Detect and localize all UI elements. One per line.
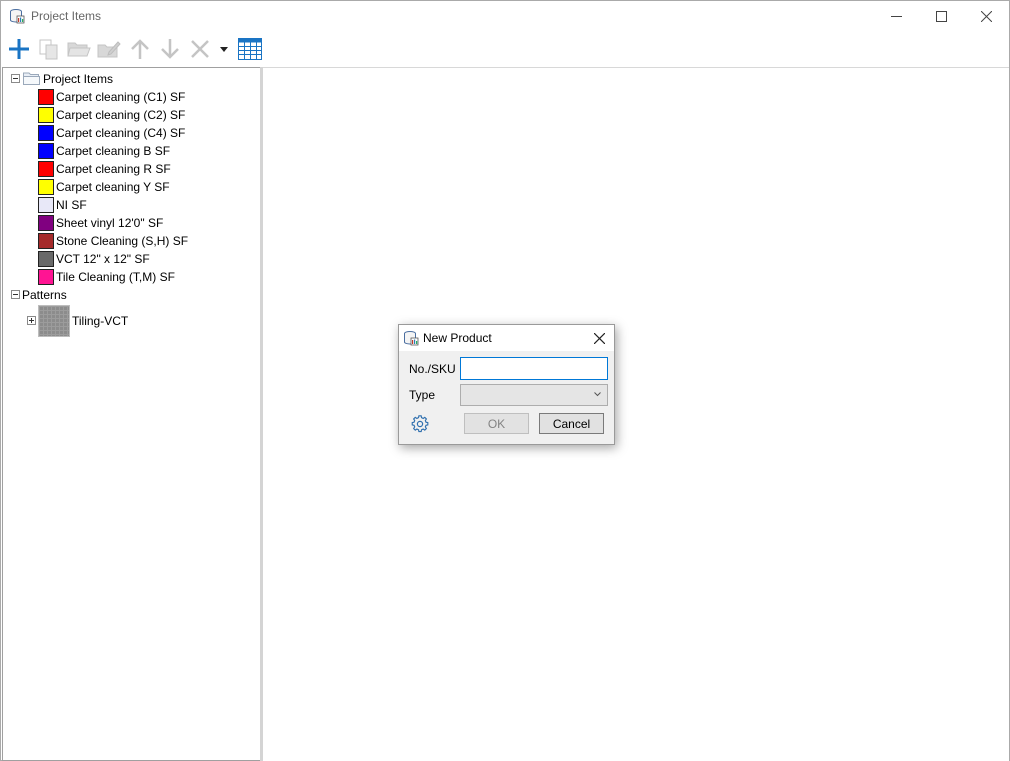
color-swatch [38,269,54,285]
caret-down-icon [220,46,228,52]
tree-item[interactable]: Tile Cleaning (T,M) SF [38,268,258,286]
close-window-button[interactable] [963,1,1009,31]
sku-label: No./SKU [409,362,456,376]
delete-x-icon [191,40,209,58]
tree-item[interactable]: Carpet cleaning R SF [38,160,258,178]
color-swatch [38,179,54,195]
add-button[interactable] [6,36,32,62]
tree-root-label: Project Items [43,72,114,86]
title-bar[interactable]: Project Items [1,1,1009,31]
new-product-dialog: New Product No./SKU Type OK Cancel [398,324,615,445]
color-swatch [38,143,54,159]
toolbar [1,33,1009,65]
type-select[interactable] [460,384,608,406]
tree-root-project-items[interactable]: Project Items [3,70,258,88]
folder-open-icon [67,42,91,57]
color-swatch [38,251,54,267]
toolbar-dropdown-button[interactable] [215,36,233,62]
patterns-label: Patterns [22,288,67,302]
grid-view-button[interactable] [237,36,263,62]
main-content-area [263,67,1009,761]
delete-button[interactable] [187,36,213,62]
tree-item-label: VCT 12" x 12" SF [56,252,150,266]
cancel-button[interactable]: Cancel [539,413,604,434]
tree-item-label: Carpet cleaning (C1) SF [56,90,186,104]
database-icon [404,331,419,346]
dialog-title: New Product [423,331,492,345]
tree-pattern-tiling-vct[interactable]: Tiling-VCT [3,304,258,338]
copy-button[interactable] [36,36,62,62]
tree-item-label: Stone Cleaning (S,H) SF [56,234,189,248]
color-swatch [38,89,54,105]
edit-icon [97,41,121,58]
database-icon [10,9,25,24]
copy-icon [39,39,58,60]
tree-item-label: NI SF [56,198,87,212]
sku-input[interactable] [460,357,608,380]
close-icon [980,10,992,22]
type-label: Type [409,388,436,402]
minimize-button[interactable] [873,1,919,31]
color-swatch [38,161,54,177]
edit-button[interactable] [96,36,122,62]
window-title: Project Items [31,9,102,23]
project-items-tree[interactable]: Project Items Carpet cleaning (C1) SF Car… [2,67,261,761]
gear-icon[interactable] [411,415,429,433]
tree-item-label: Carpet cleaning B SF [56,144,171,158]
arrow-up-icon [131,39,149,59]
tree-item[interactable]: Carpet cleaning Y SF [38,178,258,196]
color-swatch [38,107,54,123]
maximize-icon [935,10,947,22]
tree-item[interactable]: Carpet cleaning (C4) SF [38,124,258,142]
tree-item-label: Carpet cleaning Y SF [56,180,170,194]
tree-item-label: Carpet cleaning R SF [56,162,171,176]
grid-icon [238,38,262,60]
color-swatch [38,233,54,249]
expand-toggle[interactable] [27,316,36,325]
tree-item[interactable]: Stone Cleaning (S,H) SF [38,232,258,250]
color-swatch [38,215,54,231]
minimize-icon [890,15,902,17]
folder-icon [23,72,40,85]
app-window: Project Items Project Items Carpet clean… [0,0,1010,761]
tree-item[interactable]: NI SF [38,196,258,214]
chevron-down-icon [594,392,601,397]
dialog-close-button[interactable] [589,328,609,348]
color-swatch [38,125,54,141]
dialog-title-bar[interactable]: New Product [399,325,614,351]
tree-item-label: Sheet vinyl 12'0" SF [56,216,164,230]
move-up-button[interactable] [127,36,153,62]
tree-root-patterns[interactable]: Patterns [3,286,258,304]
plus-icon [9,39,29,59]
collapse-toggle[interactable] [11,290,20,299]
move-down-button[interactable] [157,36,183,62]
tree-item[interactable]: Carpet cleaning (C2) SF [38,106,258,124]
close-icon [593,332,605,344]
tree-item-label: Carpet cleaning (C4) SF [56,126,186,140]
tree-item-label: Tile Cleaning (T,M) SF [56,270,175,284]
collapse-toggle[interactable] [11,74,20,83]
tree-item[interactable]: Sheet vinyl 12'0" SF [38,214,258,232]
color-swatch [38,197,54,213]
tree-item[interactable]: Carpet cleaning (C1) SF [38,88,258,106]
maximize-button[interactable] [918,1,964,31]
open-button[interactable] [66,36,92,62]
pattern-thumbnail [38,305,70,337]
tree-item[interactable]: VCT 12" x 12" SF [38,250,258,268]
ok-button[interactable]: OK [464,413,529,434]
tree-item[interactable]: Carpet cleaning B SF [38,142,258,160]
tree-item-label: Carpet cleaning (C2) SF [56,108,186,122]
arrow-down-icon [161,39,179,59]
pattern-label: Tiling-VCT [72,314,129,328]
